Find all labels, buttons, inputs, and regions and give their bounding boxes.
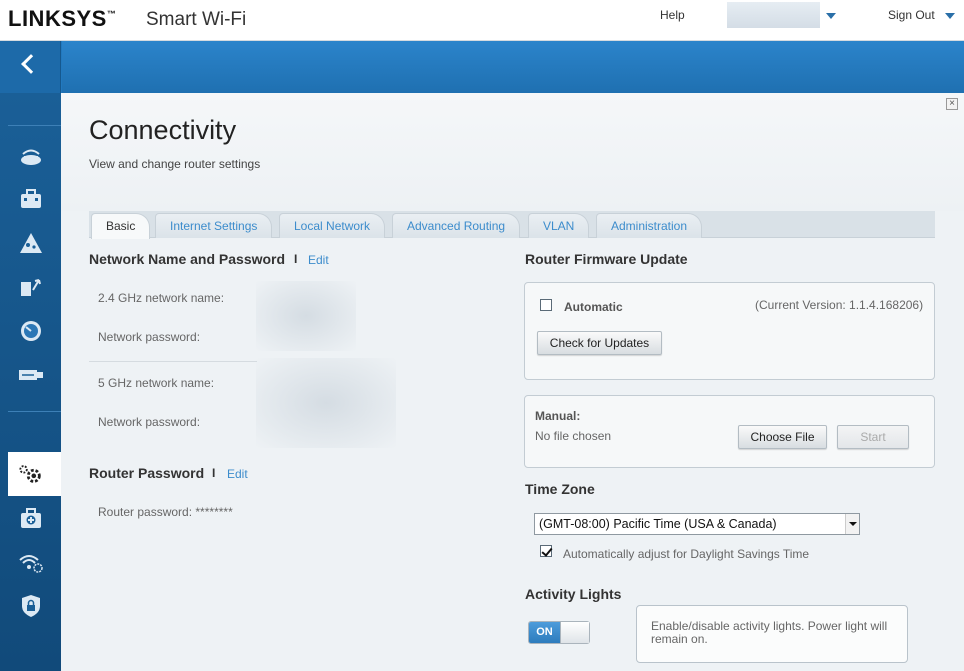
chevron-down-icon — [845, 514, 859, 534]
active-pointer — [54, 467, 61, 481]
activity-lights-help: Enable/disable activity lights. Power li… — [636, 605, 908, 663]
manual-label: Manual: — [535, 409, 581, 423]
parental-controls-icon — [20, 233, 42, 253]
page-subtitle: View and change router settings — [89, 157, 261, 171]
check-for-updates-button[interactable]: Check for Updates — [537, 331, 662, 355]
toggle-knob — [560, 622, 589, 643]
product-name: Smart Wi-Fi — [146, 9, 247, 30]
tab-basic[interactable]: Basic — [91, 213, 151, 239]
network-edit-link[interactable]: Edit — [308, 253, 329, 267]
redacted-value — [256, 281, 356, 351]
router-password-label: Router password: ******** — [98, 505, 233, 519]
ghz24-name-label: 2.4 GHz network name: — [98, 291, 225, 305]
connectivity-gears-icon — [19, 465, 41, 483]
speed-test-icon — [21, 321, 41, 341]
toggle-on-label: ON — [529, 622, 560, 643]
header-band — [0, 41, 964, 93]
wireless-icon — [19, 555, 43, 573]
time-zone-title: Time Zone — [525, 481, 595, 497]
ghz24-password-label: Network password: — [98, 330, 201, 344]
sidebar-item-connectivity[interactable] — [18, 462, 44, 486]
back-button[interactable] — [0, 41, 61, 93]
automatic-label: Automatic — [564, 300, 623, 314]
toolbox-icon — [21, 189, 41, 208]
no-file-chosen: No file chosen — [535, 429, 612, 443]
chevron-left-icon — [21, 54, 41, 74]
sidebar — [0, 41, 61, 671]
tab-administration[interactable]: Administration — [596, 213, 703, 238]
redacted-value — [256, 358, 396, 448]
network-section-title: Network Name and Password — [89, 251, 286, 267]
sidebar-item-parental-controls[interactable] — [18, 231, 44, 255]
firmware-section-title: Router Firmware Update — [525, 251, 688, 267]
media-prioritization-icon — [21, 279, 41, 296]
troubleshooting-icon — [21, 508, 41, 528]
top-bar: LINKSYS™ Smart Wi-Fi Help Sign Out — [0, 0, 964, 41]
divider — [89, 361, 257, 362]
router-password-title: Router Password — [89, 465, 205, 481]
tab-vlan[interactable]: VLAN — [528, 213, 590, 238]
router-password-value: ******** — [195, 505, 233, 519]
sidebar-item-guest-access[interactable] — [18, 187, 44, 211]
sidebar-item-media-prioritization[interactable] — [18, 275, 44, 299]
choose-file-button[interactable]: Choose File — [738, 425, 827, 449]
sidebar-item-usb-storage[interactable] — [18, 363, 44, 387]
title-separator: I — [212, 466, 216, 480]
router-icon — [21, 149, 41, 165]
sidebar-item-troubleshooting[interactable] — [18, 507, 44, 531]
time-zone-select[interactable]: (GMT-08:00) Pacific Time (USA & Canada) — [534, 513, 860, 535]
ghz5-name-label: 5 GHz network name: — [98, 376, 215, 390]
sidebar-item-device-list[interactable] — [18, 145, 44, 169]
account-selector[interactable] — [727, 2, 820, 28]
close-icon[interactable]: × — [946, 98, 958, 110]
current-version: (Current Version: 1.1.4.168206) — [755, 298, 924, 312]
shield-icon — [22, 595, 40, 617]
sidebar-divider — [8, 125, 61, 126]
usb-storage-icon — [19, 370, 43, 380]
page-title: Connectivity — [89, 115, 237, 145]
sidebar-item-wireless[interactable] — [18, 551, 44, 575]
activity-lights-title: Activity Lights — [525, 586, 622, 602]
connectivity-panel: × Connectivity View and change router se… — [61, 93, 964, 671]
panel-header — [61, 93, 964, 211]
title-separator: I — [294, 252, 298, 266]
sidebar-item-speed-test[interactable] — [18, 319, 44, 343]
sidebar-divider — [8, 411, 61, 412]
tab-advanced-routing[interactable]: Advanced Routing — [392, 213, 521, 238]
tab-internet-settings[interactable]: Internet Settings — [155, 213, 273, 238]
sidebar-item-security[interactable] — [18, 594, 44, 618]
automatic-update-checkbox[interactable] — [540, 299, 552, 311]
help-link[interactable]: Help — [660, 8, 685, 22]
sign-out-link[interactable]: Sign Out — [888, 8, 935, 22]
start-button[interactable]: Start — [837, 425, 909, 449]
dst-checkbox[interactable] — [540, 545, 552, 557]
header-band-shade — [62, 41, 964, 93]
account-dropdown-icon[interactable] — [826, 13, 836, 19]
sign-out-dropdown-icon[interactable] — [945, 13, 955, 19]
tab-bar: Basic Internet Settings Local Network Ad… — [89, 211, 935, 239]
router-password-edit-link[interactable]: Edit — [227, 467, 248, 481]
ghz5-password-label: Network password: — [98, 415, 201, 429]
activity-lights-toggle[interactable]: ON — [528, 621, 590, 644]
linksys-logo[interactable]: LINKSYS™ — [8, 6, 116, 32]
dst-label: Automatically adjust for Daylight Saving… — [563, 547, 810, 561]
tab-local-network[interactable]: Local Network — [279, 213, 386, 238]
